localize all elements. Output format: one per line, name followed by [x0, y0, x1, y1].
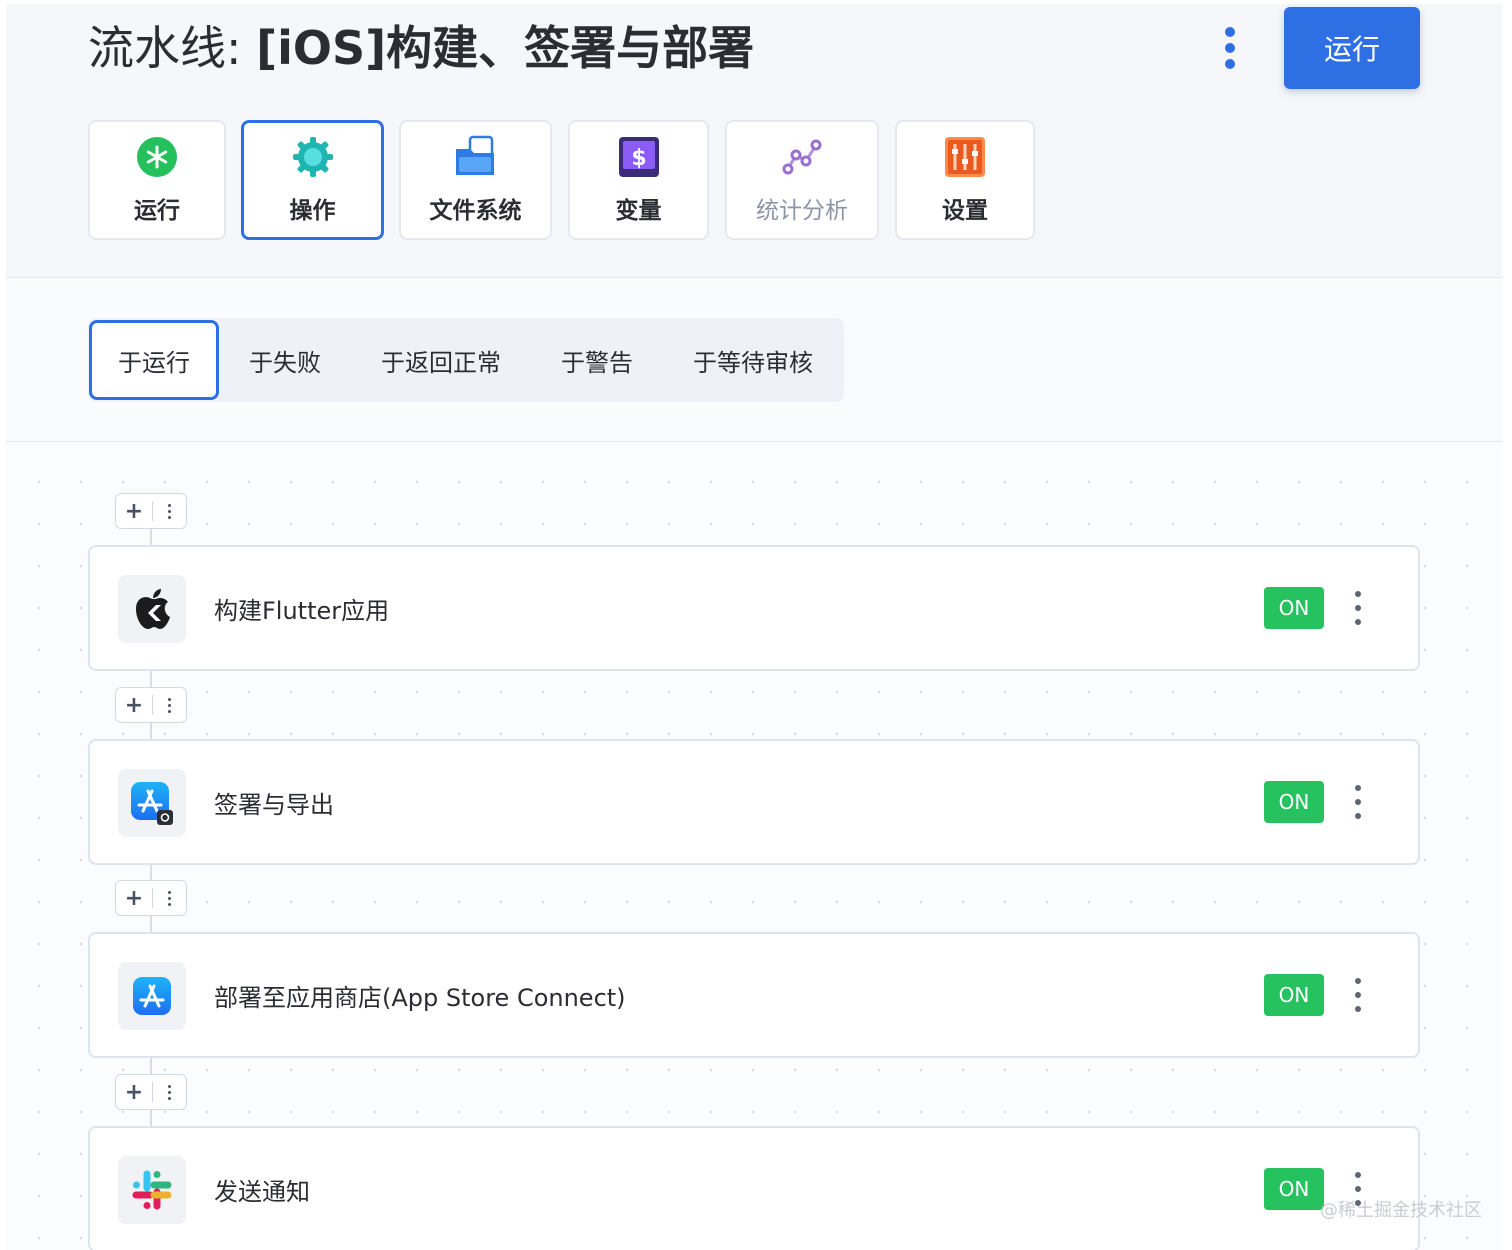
toolbar-item-label: 统计分析: [756, 198, 848, 224]
toolbar-item-settings[interactable]: 设置: [895, 120, 1035, 240]
orange-sliders-icon: [943, 135, 987, 179]
add-step-button[interactable]: +: [116, 494, 152, 528]
step-toggle-on[interactable]: ON: [1264, 587, 1324, 629]
tab-on-recovery[interactable]: 于返回正常: [352, 320, 530, 400]
step-title: 签署与导出: [214, 790, 334, 819]
toolbar-item-label: 操作: [289, 198, 336, 224]
toolbar-item-filesystem[interactable]: 文件系统: [399, 120, 552, 240]
toolbar-item-actions[interactable]: 操作: [241, 120, 384, 240]
run-button[interactable]: 运行: [1284, 7, 1420, 89]
step-card-sign-export[interactable]: 签署与导出 ON: [88, 739, 1420, 865]
add-step-button[interactable]: +: [116, 688, 152, 722]
toolbar-item-analytics[interactable]: 统计分析: [725, 120, 879, 240]
step-title: 发送通知: [214, 1177, 310, 1206]
watermark: @稀土掘金技术社区: [1320, 1200, 1482, 1221]
step-title: 构建Flutter应用: [214, 596, 390, 625]
tab-on-warning[interactable]: 于警告: [534, 320, 660, 400]
title-prefix: 流水线:: [88, 21, 257, 75]
toolbar-item-label: 文件系统: [429, 198, 522, 224]
page-title: 流水线: [iOS]构建、签署与部署: [88, 18, 754, 78]
toolbar-item-variables[interactable]: $ 变量: [568, 120, 709, 240]
step-title: 部署至应用商店(App Store Connect): [214, 983, 626, 1012]
toolbar-item-label: 变量: [615, 198, 662, 224]
step-toggle-on[interactable]: ON: [1264, 781, 1324, 823]
step-menu-icon[interactable]: [1352, 978, 1364, 1012]
blue-folder-icon: [454, 135, 498, 179]
slack-icon: [118, 1156, 186, 1224]
step-card-notify[interactable]: 发送通知 ON: [88, 1126, 1420, 1250]
insert-menu-icon[interactable]: [153, 881, 186, 915]
insert-menu-icon[interactable]: [153, 688, 186, 722]
step-insert-control: +: [115, 493, 187, 529]
pipeline-name: [iOS]构建、签署与部署: [256, 21, 755, 75]
step-insert-control: +: [115, 1074, 187, 1110]
more-options-icon[interactable]: [1216, 24, 1244, 72]
toolbar-item-run[interactable]: 运行: [88, 120, 226, 240]
purple-analytics-icon: [780, 135, 824, 179]
step-insert-control: +: [115, 880, 187, 916]
tab-on-run[interactable]: 于运行: [89, 320, 219, 400]
step-card-deploy[interactable]: 部署至应用商店(App Store Connect) ON: [88, 932, 1420, 1058]
app-store-icon: [118, 962, 186, 1030]
step-menu-icon[interactable]: [1352, 591, 1364, 625]
teal-gear-icon: [291, 135, 335, 179]
step-toggle-on[interactable]: ON: [1264, 974, 1324, 1016]
add-step-button[interactable]: +: [116, 1075, 152, 1109]
app-store-sign-icon: [118, 769, 186, 837]
step-insert-control: +: [115, 687, 187, 723]
insert-menu-icon[interactable]: [153, 1075, 186, 1109]
add-step-button[interactable]: +: [116, 881, 152, 915]
toolbar-item-label: 设置: [942, 198, 988, 224]
tab-on-failure[interactable]: 于失败: [222, 320, 348, 400]
svg-text:$: $: [631, 146, 646, 171]
step-menu-icon[interactable]: [1352, 785, 1364, 819]
apple-flutter-icon: [118, 575, 186, 643]
green-asterisk-icon: [135, 135, 179, 179]
tab-on-approval[interactable]: 于等待审核: [664, 320, 842, 400]
purple-dollar-icon: $: [617, 135, 661, 179]
insert-menu-icon[interactable]: [153, 494, 186, 528]
step-card-build[interactable]: 构建Flutter应用 ON: [88, 545, 1420, 671]
step-toggle-on[interactable]: ON: [1264, 1168, 1324, 1210]
toolbar-item-label: 运行: [134, 198, 180, 224]
